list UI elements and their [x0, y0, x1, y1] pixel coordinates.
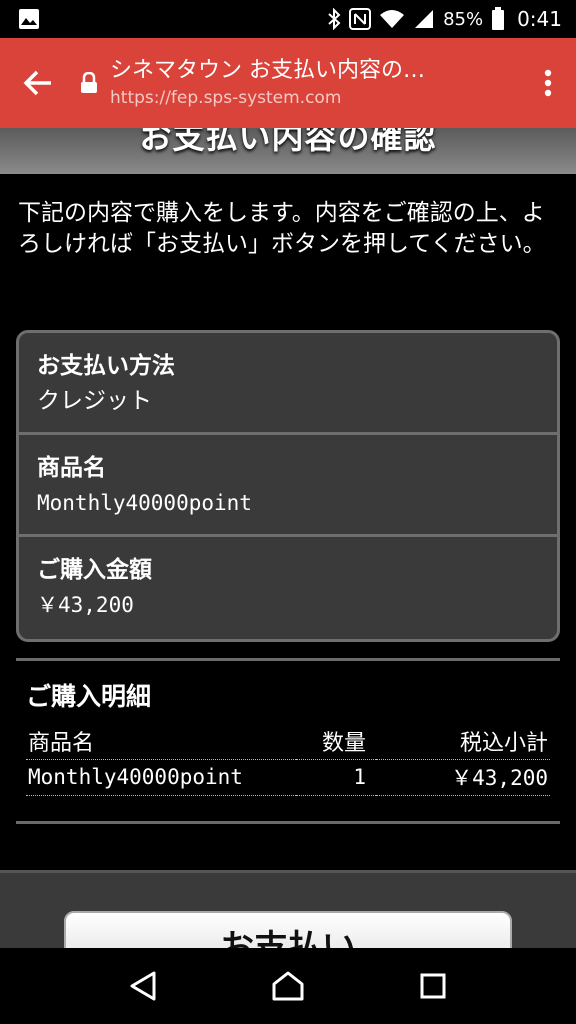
address-bar[interactable]: シネマタウン お支払い内容の… https://fep.sps-system.c… — [110, 56, 520, 110]
overflow-menu-button[interactable] — [520, 38, 576, 128]
nav-back-button[interactable] — [113, 956, 173, 1016]
page-title-text: シネマタウン お支払い内容の… — [110, 58, 425, 83]
row-subtotal: ￥43,200 — [376, 759, 550, 796]
product-name-value: Monthly40000point — [37, 491, 252, 515]
summary-box: お支払い方法 クレジット 商品名 Monthly40000point ご購入金額… — [16, 330, 560, 642]
header-subtotal: 税込小計 — [376, 723, 550, 760]
url-text: https://fep.sps-system.com — [110, 88, 342, 108]
purchase-detail-section: ご購入明細 商品名 数量 税込小計 Monthly40000point 1 ￥4… — [16, 658, 560, 824]
row-quantity: 1 — [296, 759, 376, 796]
header-quantity: 数量 — [296, 723, 376, 760]
arrow-back-icon — [23, 70, 51, 96]
wifi-icon — [379, 8, 405, 30]
purchase-amount-label: ご購入金額 — [37, 557, 152, 583]
intro-text: 下記の内容で購入をします。内容をご確認の上、よろしければ「お支払い」ボタンを押し… — [18, 200, 546, 257]
table-row: Monthly40000point 1 ￥43,200 — [26, 759, 550, 796]
lock-icon — [76, 72, 102, 94]
system-nav-bar — [0, 948, 576, 1024]
nfc-icon — [349, 8, 372, 30]
header-product-name: 商品名 — [26, 723, 296, 760]
pay-button[interactable]: お支払い — [64, 911, 512, 948]
battery-percent: 85% — [443, 8, 484, 30]
payment-method-label: お支払い方法 — [37, 353, 175, 379]
nav-home-button[interactable] — [258, 956, 318, 1016]
heading-banner: お支払い内容の確認 — [0, 128, 576, 174]
payment-method-value: クレジット — [37, 388, 152, 414]
row-product-name: Monthly40000point — [26, 759, 296, 796]
payment-method-row: お支払い方法 クレジット — [19, 333, 557, 435]
purchase-amount-value: ￥43,200 — [37, 593, 134, 617]
product-name-label: 商品名 — [37, 455, 106, 481]
table-header-row: 商品名 数量 税込小計 — [26, 723, 550, 760]
bluetooth-icon — [327, 8, 341, 30]
home-icon — [272, 971, 304, 1001]
product-name-row: 商品名 Monthly40000point — [19, 435, 557, 537]
back-button[interactable] — [0, 38, 76, 128]
battery-icon — [491, 7, 505, 31]
more-vert-icon — [544, 69, 552, 97]
clock: 0:41 — [517, 7, 562, 31]
image-icon — [18, 8, 40, 30]
purchase-detail-table: 商品名 数量 税込小計 Monthly40000point 1 ￥43,200 — [26, 723, 550, 796]
purchase-detail-title: ご購入明細 — [26, 682, 152, 711]
pay-area: お支払い — [0, 870, 576, 948]
signal-icon — [413, 8, 435, 30]
square-recents-icon — [420, 973, 446, 999]
page-heading: お支払い内容の確認 — [139, 128, 437, 156]
purchase-amount-row: ご購入金額 ￥43,200 — [19, 537, 557, 639]
triangle-back-icon — [130, 971, 156, 1001]
browser-toolbar: シネマタウン お支払い内容の… https://fep.sps-system.c… — [0, 38, 576, 128]
status-bar: 85% 0:41 — [0, 0, 576, 38]
nav-recents-button[interactable] — [403, 956, 463, 1016]
